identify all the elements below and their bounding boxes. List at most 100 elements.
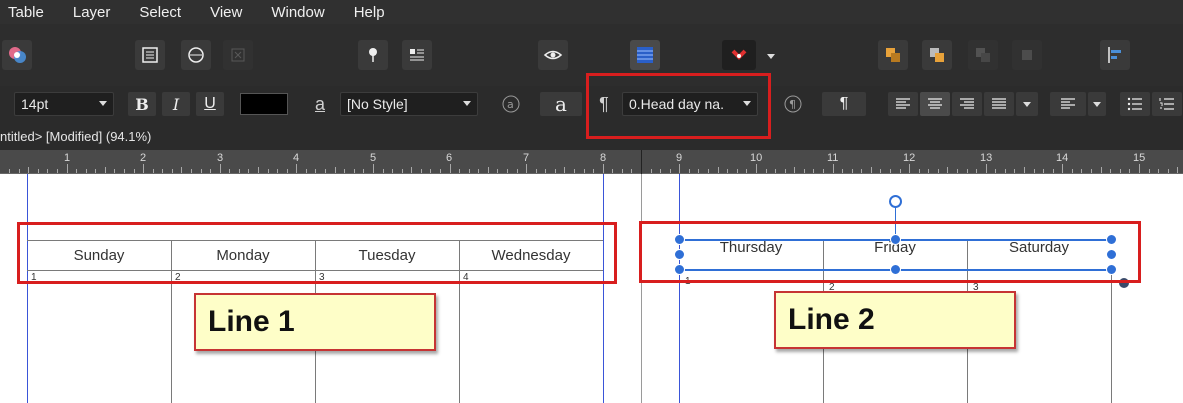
- ignore-wrap-icon[interactable]: [223, 40, 253, 70]
- ruler-label: 3: [217, 152, 224, 164]
- baseline-grid-icon[interactable]: [630, 40, 660, 70]
- arrange-front-icon[interactable]: [922, 40, 952, 70]
- ruler-tick: [583, 169, 585, 173]
- ruler-tick: [688, 169, 690, 173]
- ruler-tick: [995, 169, 997, 173]
- ruler-tick: [1062, 164, 1064, 173]
- ruler-tick: [372, 164, 374, 173]
- menu-layer[interactable]: Layer: [53, 4, 120, 21]
- snapping-dropdown-icon[interactable]: [767, 54, 775, 59]
- pin-icon[interactable]: [358, 40, 388, 70]
- character-style-dropdown[interactable]: [No Style]: [340, 92, 478, 116]
- text-frame-icon[interactable]: [135, 40, 165, 70]
- numbered-list-icon[interactable]: [1152, 92, 1182, 116]
- ruler-tick: [104, 167, 106, 173]
- ruler-tick: [918, 169, 920, 173]
- bold-button[interactable]: B: [128, 92, 156, 116]
- ruler-tick: [114, 169, 116, 173]
- wrap-icon[interactable]: [181, 40, 211, 70]
- horizontal-ruler[interactable]: 1 2 3 4 5 6 7 8 9 10 11 12 13 14 15: [0, 150, 1183, 174]
- ruler-tick: [803, 169, 805, 173]
- arrange-forward-icon[interactable]: [968, 40, 998, 70]
- arrange-back-icon[interactable]: [878, 40, 908, 70]
- clear-char-style-icon[interactable]: a: [498, 92, 524, 116]
- ruler-tick: [1043, 169, 1045, 173]
- svg-text:¶: ¶: [789, 98, 796, 111]
- ruler-tick: [535, 169, 537, 173]
- ruler-tick: [181, 167, 183, 173]
- ruler-tick: [765, 169, 767, 173]
- menu-select[interactable]: Select: [119, 4, 190, 21]
- ruler-tick: [277, 169, 279, 173]
- text-wrap-settings-icon[interactable]: [402, 40, 432, 70]
- ruler-tick: [258, 167, 259, 173]
- apply-char-style-button[interactable]: a: [540, 92, 582, 116]
- ruler-tick: [191, 169, 192, 173]
- ruler-tick: [305, 169, 307, 173]
- ruler-tick: [506, 169, 508, 173]
- bullet-list-icon[interactable]: [1120, 92, 1150, 116]
- ruler-tick: [56, 169, 58, 173]
- align-left-icon[interactable]: [1100, 40, 1130, 70]
- clear-para-style-icon[interactable]: ¶: [780, 92, 806, 116]
- ruler-tick: [85, 169, 87, 173]
- italic-button[interactable]: I: [162, 92, 190, 116]
- chevron-down-icon[interactable]: [463, 101, 471, 106]
- ruler-tick: [679, 164, 681, 173]
- ruler-tick: [985, 164, 987, 173]
- ruler-tick: [344, 169, 346, 173]
- character-style-icon: a: [314, 93, 325, 114]
- font-size-field[interactable]: 14pt: [14, 92, 114, 116]
- snapping-magnet-icon[interactable]: [722, 40, 756, 70]
- page-edge: [641, 174, 642, 403]
- ruler-tick: [966, 169, 968, 173]
- menu-table[interactable]: Table: [0, 4, 53, 21]
- ruler-tick: [1052, 169, 1054, 173]
- vertical-align-icon[interactable]: [1050, 92, 1086, 116]
- ruler-tick: [1091, 169, 1092, 173]
- apply-para-style-button[interactable]: ¶: [822, 92, 866, 116]
- vertical-align-dropdown-icon[interactable]: [1088, 92, 1106, 116]
- margin-guide: [679, 174, 680, 403]
- ruler-label: 2: [140, 152, 147, 164]
- ruler-tick: [727, 169, 729, 173]
- ruler-tick: [1110, 169, 1112, 173]
- menu-help[interactable]: Help: [334, 4, 394, 21]
- underline-button[interactable]: U: [196, 92, 224, 116]
- ruler-tick: [353, 169, 355, 173]
- ruler-label: 7: [523, 152, 530, 164]
- align-text-center-icon[interactable]: [920, 92, 950, 116]
- ruler-label: 9: [676, 152, 683, 164]
- ruler-tick: [1024, 167, 1025, 173]
- ruler-label: 4: [293, 152, 300, 164]
- ruler-tick: [286, 169, 288, 173]
- ruler-tick: [1148, 169, 1150, 173]
- arrange-backward-icon[interactable]: [1012, 40, 1042, 70]
- text-color-swatch[interactable]: [240, 93, 288, 115]
- ruler-tick: [564, 167, 566, 173]
- ruler-tick: [736, 169, 738, 173]
- ruler-tick: [889, 169, 891, 173]
- ruler-label: 11: [827, 152, 839, 164]
- justify-dropdown-icon[interactable]: [1016, 92, 1038, 116]
- preview-mode-icon[interactable]: [538, 40, 568, 70]
- document-canvas[interactable]: Sunday Monday Tuesday Wednesday 1 2 3 4 …: [0, 174, 1183, 403]
- ruler-label: 14: [1056, 152, 1069, 164]
- align-text-left-icon[interactable]: [888, 92, 918, 116]
- chevron-down-icon[interactable]: [99, 101, 107, 106]
- menu-view[interactable]: View: [190, 4, 251, 21]
- ruler-tick: [554, 169, 556, 173]
- ruler-tick: [47, 169, 49, 173]
- personas-icon[interactable]: [2, 40, 32, 70]
- ruler-tick: [1071, 169, 1073, 173]
- justify-text-icon[interactable]: [984, 92, 1014, 116]
- menu-window[interactable]: Window: [251, 4, 333, 21]
- menu-bar: Table Layer Select View Window Help: [0, 0, 1183, 24]
- align-text-right-icon[interactable]: [952, 92, 982, 116]
- ruler-tick: [468, 169, 470, 173]
- rotation-handle[interactable]: [889, 195, 902, 208]
- ruler-tick: [1119, 169, 1121, 173]
- ruler-tick: [755, 164, 757, 173]
- ruler-tick: [631, 169, 633, 173]
- ruler-tick: [1014, 169, 1016, 173]
